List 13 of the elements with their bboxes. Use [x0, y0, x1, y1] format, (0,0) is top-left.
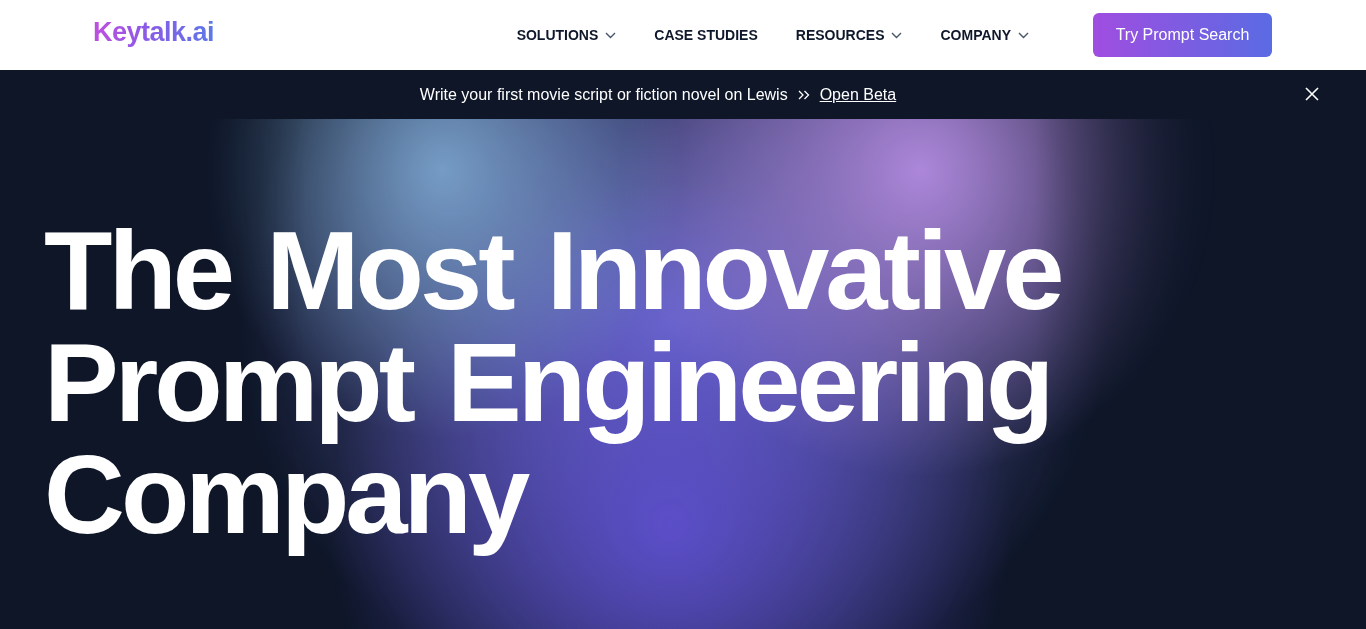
chevron-down-icon [1018, 31, 1029, 39]
nav-link[interactable]: RESOURCES [795, 27, 903, 43]
try-prompt-search-button[interactable]: Try Prompt Search [1093, 13, 1272, 57]
double-chevron-icon [797, 89, 810, 100]
chevron-down-icon [891, 31, 903, 39]
nav-link[interactable]: SOLUTIONS [516, 27, 617, 43]
banner-text: Write your first movie script or fiction novel on Lewis [419, 85, 788, 104]
nav-link[interactable]: CASE STUDIES [654, 27, 758, 43]
headline-line: The Most Innovative [44, 215, 1061, 331]
chevron-down-icon [605, 31, 617, 39]
nav-link[interactable]: COMPANY [940, 27, 1029, 43]
open-beta-link[interactable]: Open Beta [819, 85, 897, 104]
close-button[interactable] [1304, 86, 1320, 102]
